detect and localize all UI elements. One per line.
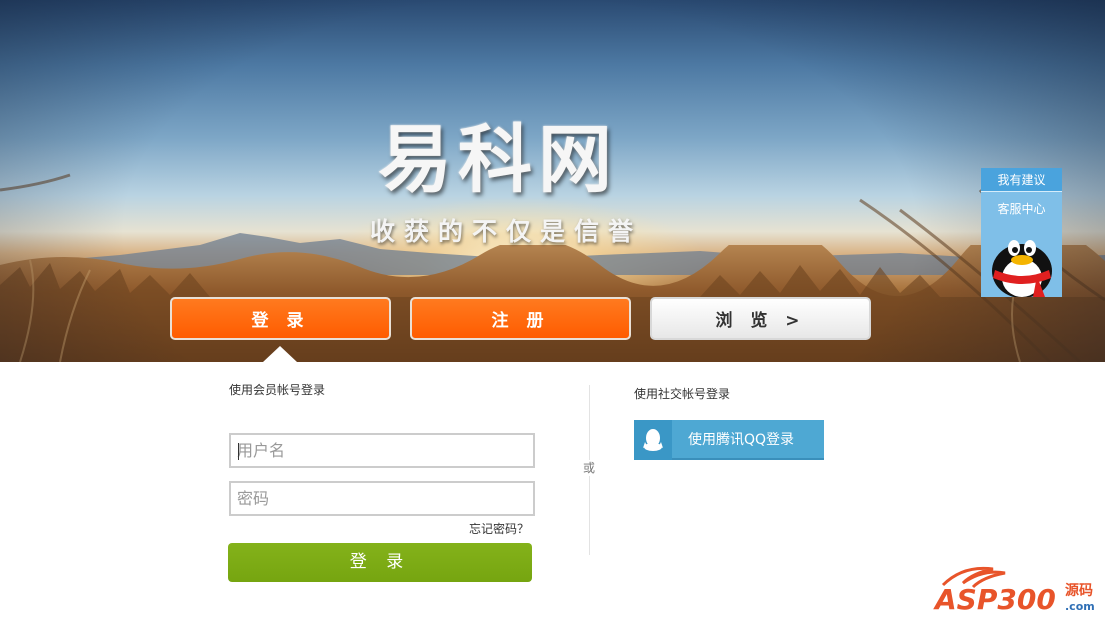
qq-login-button[interactable]: 使用腾讯QQ登录	[634, 420, 824, 460]
or-separator: 或	[582, 460, 596, 476]
login-submit-button[interactable]: 登 录	[228, 543, 532, 582]
asp300-watermark-logo: ASP300 源码 .com	[933, 566, 1095, 613]
social-login-title: 使用社交帐号登录	[634, 387, 731, 401]
qq-penguin-icon[interactable]	[987, 226, 1057, 297]
username-placeholder: 用户名	[237, 441, 286, 460]
browse-tab-button[interactable]: 浏 览 >	[650, 297, 871, 340]
forgot-password-link[interactable]: 忘记密码？	[469, 521, 529, 537]
qq-login-label: 使用腾讯QQ登录	[688, 432, 795, 448]
svg-text:.com: .com	[1065, 600, 1095, 613]
suggestion-link[interactable]: 我有建议	[981, 168, 1062, 192]
svg-text:ASP300: ASP300	[933, 583, 1056, 613]
qq-icon	[634, 420, 672, 460]
register-tab-button[interactable]: 注 册	[410, 297, 631, 340]
brand-title: 易科网	[378, 117, 618, 203]
hero-banner: 易科网 收获的不仅是信誉 登 录 注 册 浏 览 > 我有建议 客服中心	[0, 0, 1105, 362]
svg-text:源码: 源码	[1065, 582, 1093, 599]
password-field[interactable]: 密码	[229, 481, 535, 516]
login-tab-button[interactable]: 登 录	[170, 297, 391, 340]
login-page: 易科网 收获的不仅是信誉 登 录 注 册 浏 览 > 我有建议 客服中心 使用会…	[0, 0, 1105, 617]
text-caret	[238, 443, 239, 460]
username-field[interactable]: 用户名	[229, 433, 535, 468]
active-tab-pointer	[263, 346, 297, 362]
password-placeholder: 密码	[237, 489, 270, 508]
customer-service-link[interactable]: 客服中心	[981, 192, 1062, 222]
member-login-title: 使用会员帐号登录	[229, 383, 326, 397]
brand-slogan: 收获的不仅是信誉	[370, 217, 643, 246]
side-support-widget: 我有建议 客服中心	[981, 168, 1062, 297]
